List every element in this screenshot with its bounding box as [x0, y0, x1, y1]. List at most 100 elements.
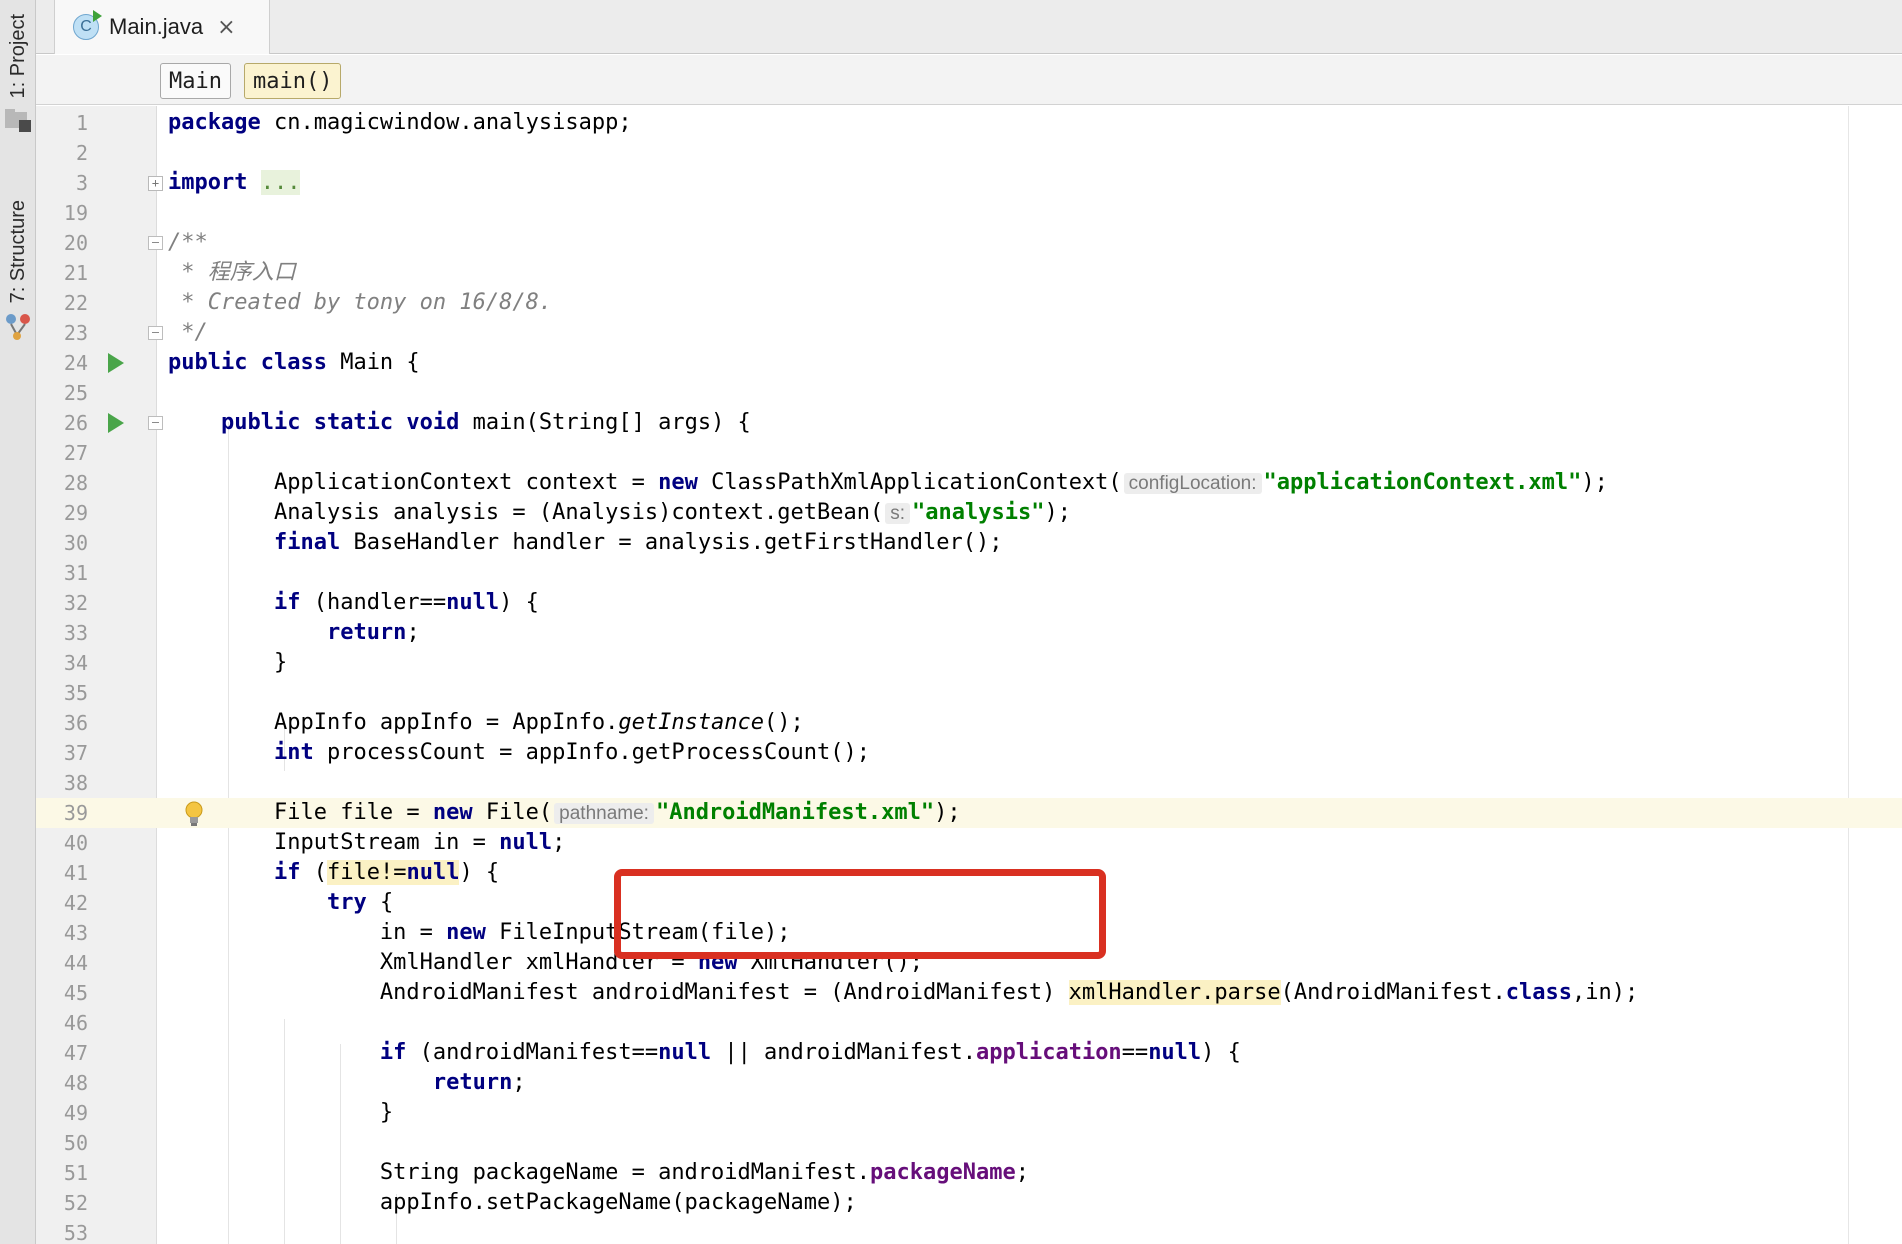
- code-token: if: [273, 590, 301, 615]
- code-line: 46: [36, 1008, 1902, 1038]
- code-line: 51 String packageName = androidManifest.…: [36, 1158, 1902, 1188]
- code-token: ;: [512, 1070, 526, 1095]
- code-line: 45 AndroidManifest androidManifest = (An…: [36, 978, 1902, 1008]
- line-number: 45: [63, 981, 88, 1005]
- project-tool-button[interactable]: 1: Project: [0, 14, 36, 134]
- code-token: }: [273, 650, 288, 675]
- code-token: ,in);: [1572, 980, 1639, 1005]
- line-number: 29: [63, 501, 88, 525]
- code-token: appInfo.setPackageName(packageName);: [379, 1190, 857, 1215]
- line-number: 41: [63, 861, 88, 885]
- line-number: 33: [63, 621, 88, 645]
- run-icon[interactable]: [108, 353, 124, 373]
- line-number: 20: [63, 231, 88, 255]
- code-line: 26 public static void main(String[] args…: [36, 408, 1902, 438]
- run-icon[interactable]: [108, 413, 124, 433]
- close-icon[interactable]: ×: [217, 15, 235, 40]
- fold-collapse-icon[interactable]: [148, 236, 163, 250]
- code-token: ();: [764, 710, 804, 735]
- fold-collapse-icon[interactable]: [148, 416, 163, 430]
- code-token: Main {: [326, 350, 420, 375]
- code-token: null: [446, 590, 500, 615]
- line-number: 39: [63, 801, 88, 825]
- code-token: );: [1044, 500, 1071, 525]
- code-line: 23 */: [36, 318, 1902, 348]
- line-number: 23: [63, 321, 88, 345]
- line-number: 35: [63, 681, 88, 705]
- code-line: 35: [36, 678, 1902, 708]
- code-line: 53: [36, 1218, 1902, 1244]
- code-token: try: [326, 890, 367, 915]
- code-line: 52 appInfo.setPackageName(packageName);: [36, 1188, 1902, 1218]
- tab-main-java[interactable]: C Main.java ×: [54, 0, 270, 54]
- code-line: 48 return;: [36, 1068, 1902, 1098]
- editor-tab-bar: C Main.java ×: [36, 0, 1902, 54]
- parameter-hint: configLocation:: [1123, 473, 1262, 494]
- code-line: 1 package cn.magicwindow.analysisapp;: [36, 108, 1902, 138]
- code-token: (AndroidManifest.: [1280, 980, 1506, 1005]
- code-token: (: [300, 860, 327, 885]
- line-number: 47: [63, 1041, 88, 1065]
- tool-window-strip: 1: Project 7: Structure: [0, 0, 36, 1244]
- line-number: 32: [63, 591, 88, 615]
- code-line: 20 /**: [36, 228, 1902, 258]
- code-line: 25: [36, 378, 1902, 408]
- breadcrumb-method[interactable]: main(): [244, 63, 342, 99]
- code-token: public static void: [220, 410, 460, 435]
- code-line: 32 if (handler==null) {: [36, 588, 1902, 618]
- code-line: 30 final BaseHandler handler = analysis.…: [36, 528, 1902, 558]
- comment: * 程序入口: [168, 260, 296, 285]
- code-token: ;: [406, 620, 420, 645]
- line-number: 27: [63, 441, 88, 465]
- line-number: 34: [63, 651, 88, 675]
- annotation-highlight-box: [614, 869, 1106, 959]
- string-literal: "AndroidManifest.xml": [655, 800, 935, 825]
- breadcrumb: Main main(): [36, 55, 1902, 105]
- comment: /**: [168, 230, 208, 255]
- code-token: ;: [1015, 1160, 1029, 1185]
- code-line: 50: [36, 1128, 1902, 1158]
- line-number: 2: [75, 141, 88, 165]
- code-line: 3 + import ...: [36, 168, 1902, 198]
- code-token: null: [499, 830, 553, 855]
- parameter-hint: s:: [885, 503, 911, 524]
- string-literal: "analysis": [912, 500, 1045, 525]
- code-editor[interactable]: 1 package cn.magicwindow.analysisapp; 2 …: [36, 106, 1902, 1244]
- line-number: 43: [63, 921, 88, 945]
- code-token: || androidManifest.: [711, 1040, 976, 1065]
- folded-imports[interactable]: ...: [260, 170, 301, 195]
- code-line: 47 if (androidManifest==null || androidM…: [36, 1038, 1902, 1068]
- code-token: getInstance: [618, 710, 765, 735]
- code-line: 34 }: [36, 648, 1902, 678]
- fold-expand-icon[interactable]: +: [148, 176, 163, 191]
- line-number: 37: [63, 741, 88, 765]
- field-reference: packageName: [870, 1160, 1016, 1185]
- breadcrumb-class[interactable]: Main: [160, 63, 231, 99]
- code-token: ) {: [459, 860, 500, 885]
- code-token: (androidManifest==: [406, 1040, 659, 1065]
- code-token: {: [366, 890, 394, 915]
- code-token: );: [1581, 470, 1608, 495]
- code-token: ApplicationContext context =: [273, 470, 659, 495]
- code-token: new: [446, 920, 486, 945]
- code-token: AndroidManifest androidManifest = (Andro…: [379, 980, 1069, 1005]
- structure-tool-button[interactable]: 7: Structure: [0, 200, 36, 341]
- parameter-hint: pathname:: [554, 803, 654, 824]
- line-number: 40: [63, 831, 88, 855]
- code-line: 49 }: [36, 1098, 1902, 1128]
- java-class-icon: C: [73, 10, 102, 40]
- code-token: Analysis analysis = (Analysis)context.ge…: [273, 500, 884, 525]
- comment: */: [168, 320, 208, 345]
- line-number: 36: [63, 711, 88, 735]
- code-token: }: [379, 1100, 394, 1125]
- code-token: File file =: [273, 800, 433, 825]
- code-line: 36 AppInfo appInfo = AppInfo.getInstance…: [36, 708, 1902, 738]
- folder-icon: [5, 109, 31, 133]
- field-reference: application: [975, 1040, 1122, 1065]
- line-number: 3: [75, 171, 88, 195]
- fold-collapse-icon[interactable]: [148, 326, 163, 340]
- line-number: 21: [63, 261, 88, 285]
- comment: * Created by tony on 16/8/8.: [168, 290, 553, 315]
- code-line: 24 public class Main {: [36, 348, 1902, 378]
- code-token: ==: [1121, 1040, 1149, 1065]
